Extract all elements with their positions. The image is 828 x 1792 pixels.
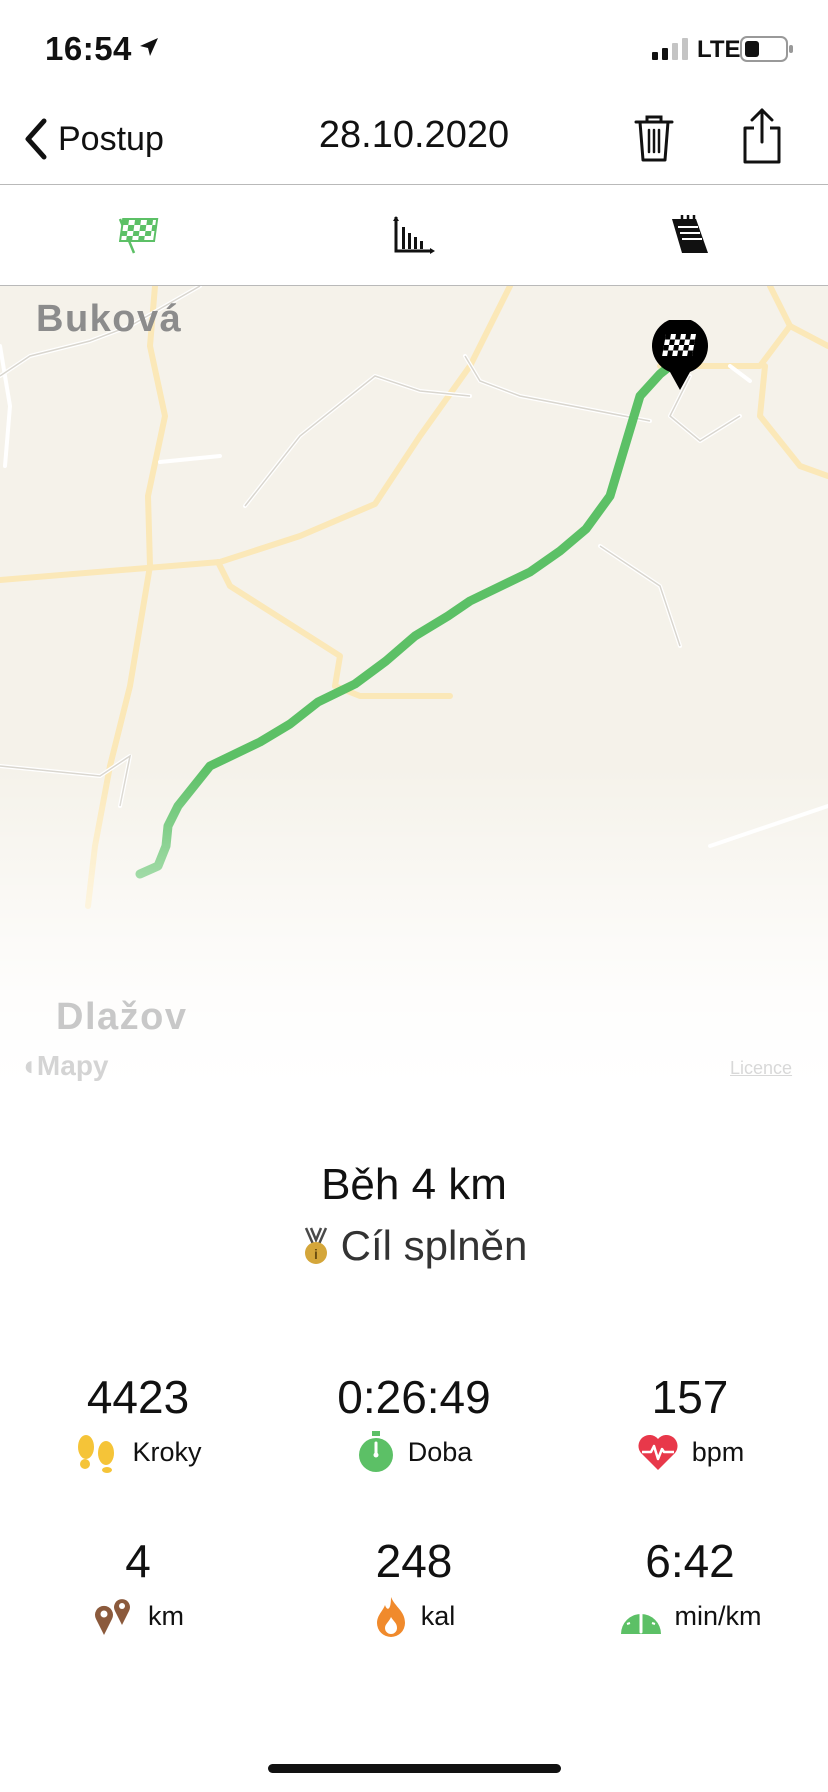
heart-rate-icon [638, 1434, 678, 1470]
network-type: LTE [697, 36, 741, 63]
distance-pins-icon [95, 1599, 130, 1635]
checkered-flag-icon [652, 317, 708, 390]
signal-icon [652, 38, 688, 60]
chevron-left-icon [25, 118, 47, 160]
share-icon [743, 108, 781, 164]
map-roads [0, 286, 828, 909]
battery-icon [740, 36, 793, 62]
speedometer-icon [620, 1604, 661, 1634]
stat-label: Doba [407, 1436, 473, 1467]
tab-charts[interactable] [276, 185, 552, 285]
stat-value: 248 [375, 1535, 453, 1587]
stat-calories: 248 kal [276, 1534, 552, 1638]
activity-summary: Běh 4 km i Cíl splněn [0, 1160, 828, 1270]
stat-value: 0:26:49 [337, 1371, 491, 1423]
location-arrow-icon [140, 38, 158, 56]
delete-button[interactable] [632, 112, 676, 169]
stat-value: 6:42 [645, 1535, 735, 1587]
stat-label: Kroky [132, 1436, 202, 1467]
stat-value: 157 [651, 1371, 729, 1423]
stat-heart-rate: 157 bpm [552, 1370, 828, 1474]
share-button[interactable] [740, 106, 784, 171]
place-label-bukova: Buková [36, 298, 183, 340]
segment-tabs [0, 185, 828, 286]
stat-label: kal [420, 1600, 456, 1631]
stat-label: km [148, 1600, 184, 1631]
nav-bar: Postup 28.10.2020 [0, 96, 828, 185]
licence-link[interactable]: Licence [730, 1058, 792, 1079]
flame-icon [376, 1597, 405, 1637]
stat-label: bpm [691, 1436, 745, 1467]
maps-attribution-label: Mapy [36, 1050, 109, 1081]
stat-value: 4 [125, 1535, 151, 1587]
status-bar: 16:54 LTE [0, 0, 828, 96]
notes-icon [672, 215, 708, 253]
medal-icon: i [304, 1227, 327, 1264]
tab-map[interactable] [0, 185, 276, 285]
route-map[interactable]: Buková Dlažov ◖Mapy Licence [0, 286, 828, 1086]
stat-duration: 0:26:49 Doba [276, 1370, 552, 1474]
stat-pace: 6:42 min/km [552, 1534, 828, 1638]
stopwatch-icon [358, 1431, 393, 1472]
stat-steps: 4423 Kroky [0, 1370, 276, 1474]
maps-attribution: ◖Mapy [20, 1050, 109, 1082]
route-line [135, 333, 695, 879]
back-label: Postup [58, 119, 164, 158]
goal-status: Cíl splněn [340, 1222, 528, 1269]
bar-chart-icon [393, 216, 435, 254]
checkered-flag-icon [118, 218, 159, 254]
tab-notes[interactable] [552, 185, 828, 285]
finish-marker[interactable] [648, 317, 712, 397]
home-indicator[interactable] [268, 1764, 561, 1773]
footprints-icon [78, 1435, 115, 1473]
svg-text:i: i [314, 1246, 318, 1262]
apple-logo-icon: ◖ [20, 1050, 37, 1081]
place-label-dlazov: Dlažov [56, 996, 188, 1038]
status-time: 16:54 [45, 30, 132, 67]
activity-title: Běh 4 km [321, 1160, 507, 1209]
trash-icon [634, 115, 674, 162]
goal-row: i Cíl splněn [0, 1222, 828, 1270]
stat-label: min/km [674, 1600, 762, 1631]
stat-value: 4423 [86, 1371, 190, 1423]
stat-distance: 4 km [0, 1534, 276, 1638]
back-button[interactable]: Postup [22, 114, 164, 164]
